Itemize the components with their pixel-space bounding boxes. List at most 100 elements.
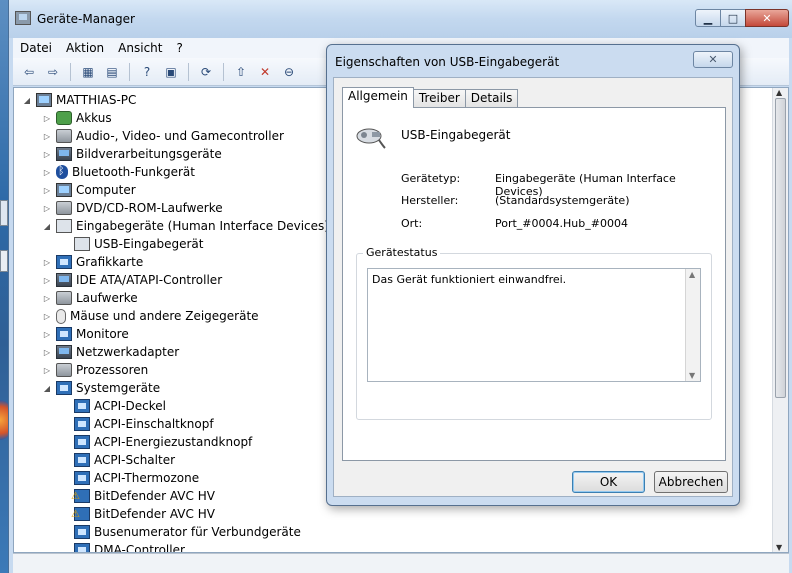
desktop-icon[interactable] [0, 250, 8, 272]
device-device-icon [56, 345, 72, 359]
collapsed-arrow-icon[interactable]: ▷ [42, 204, 52, 213]
forward-icon[interactable]: ⇨ [43, 62, 63, 82]
device-manager-icon [15, 11, 31, 25]
scrollbar-thumb[interactable] [775, 98, 786, 398]
maximize-button[interactable]: □ [720, 9, 746, 27]
window-title: Geräte-Manager [37, 12, 135, 26]
tree-category-item[interactable]: ▷ Bluetooth-Funkgerät [42, 163, 195, 181]
tree-item-label: IDE ATA/ATAPI-Controller [76, 273, 223, 287]
collapsed-arrow-icon[interactable]: ▷ [42, 348, 52, 357]
update-driver-icon[interactable]: ⇧ [231, 62, 251, 82]
tree-category-item[interactable]: ▷ Prozessoren [42, 361, 148, 379]
tree-category-item[interactable]: ▷ IDE ATA/ATAPI-Controller [42, 271, 222, 289]
collapsed-arrow-icon[interactable]: ▷ [42, 150, 52, 159]
maximize-icon: □ [727, 11, 739, 25]
vertical-scrollbar[interactable]: ▲ ▼ [772, 88, 788, 552]
collapsed-arrow-icon[interactable]: ▷ [42, 366, 52, 375]
tree-leaf-item[interactable]: BitDefender AVC HV [60, 505, 215, 523]
title-bar[interactable]: Geräte-Manager ▁ □ ✕ [9, 0, 792, 38]
expanded-arrow-icon[interactable]: ◢ [22, 96, 32, 105]
tree-leaf-item[interactable]: ACPI-Einschaltknopf [60, 415, 214, 433]
sys-device-icon [56, 327, 72, 341]
tree-leaf-item[interactable]: ACPI-Deckel [60, 397, 166, 415]
tree-item-label: Prozessoren [76, 363, 149, 377]
device-status-group: Gerätestatus Das Gerät funktioniert einw… [356, 246, 712, 420]
disable-device-icon[interactable]: ✕ [255, 62, 275, 82]
view-icon[interactable]: ▤ [102, 62, 122, 82]
green-device-icon [56, 111, 72, 125]
cancel-button[interactable]: Abbrechen [654, 471, 728, 493]
tree-category-item[interactable]: ▷ Akkus [42, 109, 112, 127]
tree-category-item[interactable]: ▷ Laufwerke [42, 289, 138, 307]
tree-category-item[interactable]: ▷ Mäuse und andere Zeigegeräte [42, 307, 259, 325]
gray-device-icon [56, 291, 72, 305]
dialog-title: Eigenschaften von USB-Eingabegerät [335, 55, 560, 69]
tree-category-item[interactable]: ▷ Audio-, Video- und Gamecontroller [42, 127, 284, 145]
dialog-close-button[interactable]: ✕ [693, 51, 733, 68]
tree-leaf-item[interactable]: ACPI-Thermozone [60, 469, 199, 487]
device-device-icon [56, 273, 72, 287]
tree-category-item[interactable]: ◢ Systemgeräte [42, 379, 160, 397]
scan-hardware-icon[interactable]: ⟳ [196, 62, 216, 82]
close-button[interactable]: ✕ [745, 9, 789, 27]
menu-help[interactable]: ? [169, 41, 189, 55]
expanded-arrow-icon[interactable]: ◢ [42, 384, 52, 393]
tree-root[interactable]: ◢ MATTHIAS-PC [22, 91, 136, 109]
tree-leaf-item[interactable]: ACPI-Energiezustandknopf [60, 433, 252, 451]
properties-icon[interactable]: ▦ [78, 62, 98, 82]
tree-item-label: ACPI-Energiezustandknopf [94, 435, 253, 449]
collapsed-arrow-icon[interactable]: ▷ [42, 186, 52, 195]
tree-item-label: Laufwerke [76, 291, 138, 305]
tree-item-label: Bildverarbeitungsgeräte [76, 147, 222, 161]
menu-aktion[interactable]: Aktion [59, 41, 111, 55]
tree-leaf-item[interactable]: ACPI-Schalter [60, 451, 175, 469]
menu-datei[interactable]: Datei [13, 41, 59, 55]
help-icon[interactable]: ? [137, 62, 157, 82]
tree-leaf-item[interactable]: BitDefender AVC HV [60, 487, 215, 505]
ok-button[interactable]: OK [572, 471, 645, 493]
scroll-up-icon[interactable]: ▲ [689, 270, 695, 279]
tree-category-item[interactable]: ▷ Netzwerkadapter [42, 343, 179, 361]
scroll-down-icon[interactable]: ▼ [776, 543, 782, 552]
tree-leaf-item[interactable]: Busenumerator für Verbundgeräte [60, 523, 301, 541]
expanded-arrow-icon[interactable]: ◢ [42, 222, 52, 231]
tree-leaf-item[interactable]: DMA-Controller [60, 541, 185, 553]
collapsed-arrow-icon[interactable]: ▷ [42, 258, 52, 267]
scroll-up-icon[interactable]: ▲ [776, 88, 782, 97]
status-scrollbar[interactable]: ▲ ▼ [685, 269, 700, 381]
desktop-icon[interactable] [0, 200, 8, 226]
tab-allgemein[interactable]: Allgemein [342, 87, 414, 108]
show-hidden-icon[interactable]: ▣ [161, 62, 181, 82]
collapsed-arrow-icon[interactable]: ▷ [42, 276, 52, 285]
tree-item-label: ACPI-Einschaltknopf [94, 417, 214, 431]
prop-label-manufacturer: Hersteller: [401, 194, 459, 207]
tree-item-label: DMA-Controller [94, 543, 185, 553]
minimize-button[interactable]: ▁ [695, 9, 721, 27]
tree-category-item[interactable]: ▷ Grafikkarte [42, 253, 143, 271]
tree-category-item[interactable]: ▷ Computer [42, 181, 136, 199]
collapsed-arrow-icon[interactable]: ▷ [42, 294, 52, 303]
collapsed-arrow-icon[interactable]: ▷ [42, 168, 52, 177]
prop-label-type: Gerätetyp: [401, 172, 461, 185]
tab-details[interactable]: Details [464, 89, 519, 108]
tree-item-label: Grafikkarte [76, 255, 144, 269]
mouse-device-icon [56, 308, 66, 324]
collapsed-arrow-icon[interactable]: ▷ [42, 132, 52, 141]
collapsed-arrow-icon[interactable]: ▷ [42, 312, 52, 321]
tree-leaf-item[interactable]: USB-Eingabegerät [60, 235, 203, 253]
tree-category-item[interactable]: ▷ Monitore [42, 325, 129, 343]
tree-item-label: BitDefender AVC HV [94, 489, 215, 503]
tree-category-item[interactable]: ▷ DVD/CD-ROM-Laufwerke [42, 199, 223, 217]
tree-category-item[interactable]: ▷ Bildverarbeitungsgeräte [42, 145, 222, 163]
back-icon[interactable]: ⇦ [19, 62, 39, 82]
menu-ansicht[interactable]: Ansicht [111, 41, 169, 55]
tab-treiber[interactable]: Treiber [412, 89, 466, 108]
device-status-textbox[interactable]: Das Gerät funktioniert einwandfrei. ▲ ▼ [367, 268, 701, 382]
tree-category-item[interactable]: ◢ Eingabegeräte (Human Interface Devices) [42, 217, 329, 235]
collapsed-arrow-icon[interactable]: ▷ [42, 114, 52, 123]
tree-item-label: Mäuse und andere Zeigegeräte [70, 309, 259, 323]
collapsed-arrow-icon[interactable]: ▷ [42, 330, 52, 339]
tree-item-label: Bluetooth-Funkgerät [72, 165, 195, 179]
scroll-down-icon[interactable]: ▼ [689, 371, 695, 380]
uninstall-icon[interactable]: ⊖ [279, 62, 299, 82]
